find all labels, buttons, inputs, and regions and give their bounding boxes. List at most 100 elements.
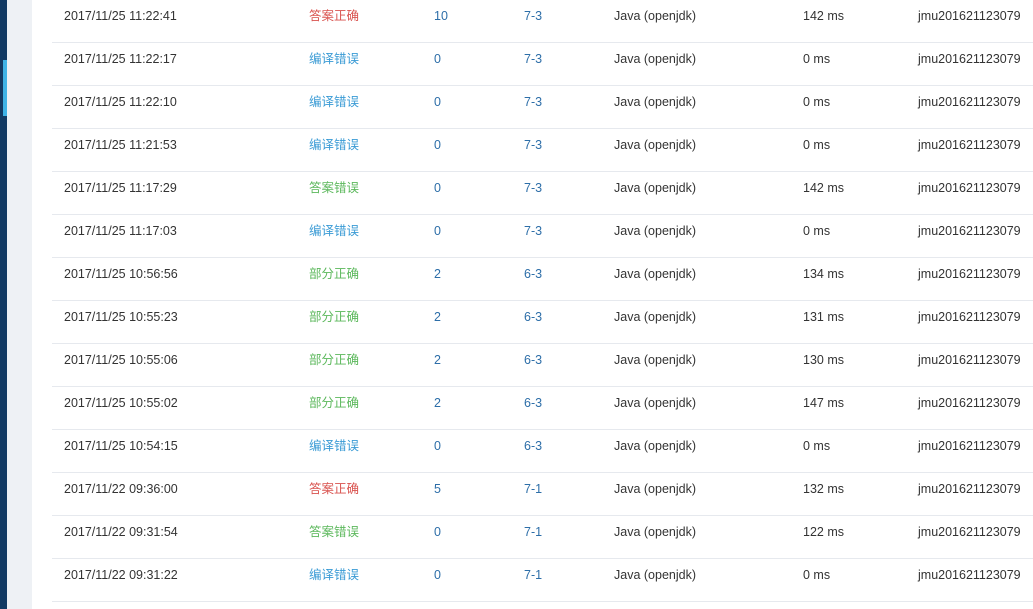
compiler: Java (openjdk) [614, 267, 696, 281]
table-row: 2017/11/25 11:22:41 答案正确 10 7-3 Java (op… [52, 0, 1033, 43]
problem-link[interactable]: 7-3 [524, 86, 542, 128]
problem-link[interactable]: 7-1 [524, 473, 542, 515]
table-row: 2017/11/25 11:21:53 编译错误 0 7-3 Java (ope… [52, 129, 1033, 172]
problem-link[interactable]: 6-3 [524, 387, 542, 429]
problem-link[interactable]: 7-3 [524, 215, 542, 257]
compiler: Java (openjdk) [614, 482, 696, 496]
compiler: Java (openjdk) [614, 138, 696, 152]
compiler: Java (openjdk) [614, 224, 696, 238]
user: jmu201621123079 [918, 267, 1021, 281]
user: jmu201621123079 [918, 482, 1021, 496]
user: jmu201621123079 [918, 568, 1021, 582]
submit-time: 2017/11/25 10:55:06 [64, 353, 178, 367]
compiler: Java (openjdk) [614, 353, 696, 367]
submit-time: 2017/11/25 10:55:23 [64, 310, 178, 324]
runtime: 131 ms [803, 310, 844, 324]
status-link[interactable]: 编译错误 [309, 559, 359, 601]
problem-link[interactable]: 7-3 [524, 129, 542, 171]
score: 2 [434, 353, 441, 367]
table-row: 2017/11/22 09:36:00 答案正确 5 7-1 Java (ope… [52, 473, 1033, 516]
score: 0 [434, 525, 441, 539]
runtime: 0 ms [803, 439, 831, 453]
runtime: 132 ms [803, 482, 844, 496]
submit-time: 2017/11/25 11:17:29 [64, 181, 177, 195]
runtime: 130 ms [803, 353, 844, 367]
user: jmu201621123079 [918, 9, 1021, 23]
problem-link[interactable]: 7-3 [524, 172, 542, 214]
status-link[interactable]: 部分正确 [309, 301, 359, 343]
status-link[interactable]: 编译错误 [309, 129, 359, 171]
status-link[interactable]: 答案错误 [309, 172, 359, 214]
status-link[interactable]: 编译错误 [309, 215, 359, 257]
compiler: Java (openjdk) [614, 568, 696, 582]
compiler: Java (openjdk) [614, 95, 696, 109]
status-link[interactable]: 答案正确 [309, 473, 359, 515]
user: jmu201621123079 [918, 310, 1021, 324]
score: 10 [434, 9, 448, 23]
score: 0 [434, 439, 441, 453]
compiler: Java (openjdk) [614, 9, 696, 23]
problem-link[interactable]: 7-3 [524, 43, 542, 85]
compiler: Java (openjdk) [614, 181, 696, 195]
runtime: 0 ms [803, 52, 831, 66]
user: jmu201621123079 [918, 353, 1021, 367]
problem-link[interactable]: 7-1 [524, 559, 542, 601]
sidebar [0, 0, 7, 609]
compiler: Java (openjdk) [614, 310, 696, 324]
runtime: 0 ms [803, 138, 831, 152]
submit-time: 2017/11/25 10:54:15 [64, 439, 178, 453]
problem-link[interactable]: 7-1 [524, 516, 542, 558]
runtime: 142 ms [803, 181, 844, 195]
problem-link[interactable]: 6-3 [524, 430, 542, 472]
status-link[interactable]: 部分正确 [309, 387, 359, 429]
user: jmu201621123079 [918, 439, 1021, 453]
submit-time: 2017/11/25 10:56:56 [64, 267, 178, 281]
compiler: Java (openjdk) [614, 525, 696, 539]
user: jmu201621123079 [918, 52, 1021, 66]
submit-time: 2017/11/22 09:31:22 [64, 568, 178, 582]
user: jmu201621123079 [918, 396, 1021, 410]
problem-link[interactable]: 7-3 [524, 0, 542, 42]
runtime: 147 ms [803, 396, 844, 410]
table-row: 2017/11/25 11:17:03 编译错误 0 7-3 Java (ope… [52, 215, 1033, 258]
score: 0 [434, 181, 441, 195]
score: 0 [434, 52, 441, 66]
score: 2 [434, 396, 441, 410]
score: 0 [434, 95, 441, 109]
status-link[interactable]: 部分正确 [309, 344, 359, 386]
submissions-table: 2017/11/25 11:22:41 答案正确 10 7-3 Java (op… [32, 0, 1033, 609]
score: 0 [434, 568, 441, 582]
table-row: 2017/11/25 11:17:29 答案错误 0 7-3 Java (ope… [52, 172, 1033, 215]
status-link[interactable]: 编译错误 [309, 430, 359, 472]
status-link[interactable]: 答案错误 [309, 516, 359, 558]
compiler: Java (openjdk) [614, 396, 696, 410]
runtime: 142 ms [803, 9, 844, 23]
submit-time: 2017/11/25 11:22:17 [64, 52, 177, 66]
runtime: 0 ms [803, 95, 831, 109]
problem-link[interactable]: 6-3 [524, 301, 542, 343]
runtime: 0 ms [803, 224, 831, 238]
user: jmu201621123079 [918, 525, 1021, 539]
problem-link[interactable]: 6-3 [524, 258, 542, 300]
table-row: 2017/11/25 11:22:10 编译错误 0 7-3 Java (ope… [52, 86, 1033, 129]
table-row: 2017/11/25 10:54:15 编译错误 0 6-3 Java (ope… [52, 430, 1033, 473]
table-row: 2017/11/25 10:55:06 部分正确 2 6-3 Java (ope… [52, 344, 1033, 387]
submit-time: 2017/11/25 11:22:41 [64, 9, 177, 23]
runtime: 122 ms [803, 525, 844, 539]
table-row: 2017/11/25 10:55:02 部分正确 2 6-3 Java (ope… [52, 387, 1033, 430]
submit-time: 2017/11/25 11:21:53 [64, 138, 177, 152]
status-link[interactable]: 部分正确 [309, 258, 359, 300]
runtime: 134 ms [803, 267, 844, 281]
status-link[interactable]: 答案正确 [309, 0, 359, 42]
table-row: 2017/11/25 10:56:56 部分正确 2 6-3 Java (ope… [52, 258, 1033, 301]
score: 0 [434, 138, 441, 152]
runtime: 0 ms [803, 568, 831, 582]
user: jmu201621123079 [918, 138, 1021, 152]
submit-time: 2017/11/22 09:36:00 [64, 482, 178, 496]
problem-link[interactable]: 6-3 [524, 344, 542, 386]
compiler: Java (openjdk) [614, 52, 696, 66]
status-link[interactable]: 编译错误 [309, 43, 359, 85]
sidebar-active-indicator [3, 60, 7, 116]
status-link[interactable]: 编译错误 [309, 86, 359, 128]
submit-time: 2017/11/22 09:31:54 [64, 525, 178, 539]
